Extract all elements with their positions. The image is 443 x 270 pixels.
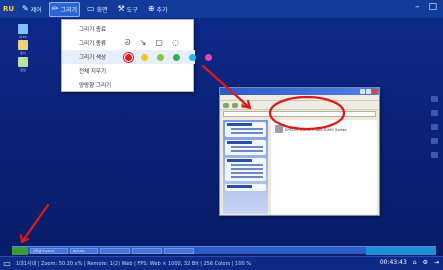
menu-item-draw-color[interactable]: 그리기 색상 — [62, 50, 212, 64]
exit-icon[interactable]: ⇥ — [434, 259, 439, 266]
remote-side-icons — [431, 96, 441, 166]
taskbar-task[interactable] — [132, 247, 162, 254]
remote-desktop: RU ✎ 제어 ✏ 그리기 ▭ 화면 ⚒ 도구 ⊕ 추가 – □ 내 PC 문서… — [0, 0, 443, 270]
task-panel — [225, 184, 266, 191]
status-right: 00:43:43 ⌂ ⚙ ⇥ — [380, 259, 439, 266]
desktop-icon-label: 내 PC — [19, 35, 27, 39]
maximize-icon[interactable] — [366, 89, 371, 94]
circle-icon[interactable]: ◌ — [172, 39, 179, 47]
rectangle-icon[interactable]: ▢ — [155, 39, 163, 47]
desktop-icon-label: 편집 — [20, 68, 26, 72]
side-icon[interactable] — [431, 138, 438, 144]
menu-item-label: 그리기 색상 — [79, 55, 107, 61]
task-pane — [223, 120, 268, 214]
control-menu-button[interactable]: ✎ 제어 — [19, 2, 45, 17]
address-bar[interactable] — [223, 111, 376, 117]
arrow-icon[interactable]: ↘ — [140, 39, 147, 47]
annotation-arrow — [20, 203, 50, 244]
menu-item-label: 양방향 그리기 — [79, 83, 112, 89]
tools-menu-button[interactable]: ⚒ 도구 — [115, 2, 141, 17]
home-icon[interactable]: ⌂ — [413, 259, 417, 266]
window-titlebar — [220, 88, 379, 95]
maximize-icon[interactable]: □ — [428, 3, 437, 12]
remote-toolbar: RU ✎ 제어 ✏ 그리기 ▭ 화면 ⚒ 도구 ⊕ 추가 – □ — [0, 0, 443, 19]
minimize-icon[interactable]: – — [415, 3, 420, 12]
draw-tool-options: ᘐ ↘ ▢ ◌ — [125, 39, 179, 47]
side-icon[interactable] — [431, 124, 438, 130]
app-logo: RU — [3, 5, 15, 13]
taskbar-task[interactable] — [100, 247, 130, 254]
close-icon[interactable] — [372, 89, 377, 94]
task-panel — [225, 140, 266, 155]
draw-dropdown-menu: 그리기 종료 그리기 종류 ᘐ ↘ ▢ ◌ 그리기 색상 전체 지우기 양방향 … — [61, 19, 212, 92]
add-icon: ⊕ — [147, 4, 155, 13]
desktop-icon-edit[interactable]: 편집 — [13, 57, 33, 72]
menu-item-label: 그리기 종료 — [79, 27, 107, 33]
file-view: EPSON Stylus Photo R390 Series — [271, 120, 377, 214]
monitor-icon[interactable]: ▭ — [0, 259, 14, 268]
printer-icon — [275, 125, 283, 133]
menu-item-free-draw[interactable]: 양방향 그리기 — [62, 78, 195, 92]
printer-label: EPSON Stylus Photo R390 Series — [285, 126, 347, 132]
screen-menu-label: 화면 — [96, 6, 108, 14]
folder-icon — [18, 40, 28, 50]
menu-item-label: 그리기 종류 — [79, 41, 107, 47]
menu-item-clear-all[interactable]: 전체 지우기 — [62, 64, 195, 78]
remote-explorer-window[interactable]: EPSON Stylus Photo R390 Series — [219, 87, 380, 216]
printer-item[interactable]: EPSON Stylus Photo R390 Series — [275, 125, 347, 133]
draw-menu-label: 그리기 — [60, 6, 78, 14]
desktop-icon-pc[interactable]: 내 PC — [13, 24, 33, 39]
up-icon[interactable] — [241, 102, 247, 108]
side-icon[interactable] — [431, 96, 438, 102]
color-swatch[interactable] — [141, 53, 148, 61]
window-buttons — [360, 89, 377, 94]
remote-taskbar: 인터넷 Explorer Remote — [12, 246, 436, 255]
add-menu-button[interactable]: ⊕ 추가 — [145, 2, 171, 17]
taskbar-task[interactable]: Remote — [70, 247, 98, 254]
color-swatch[interactable] — [157, 53, 164, 61]
status-text: 1대1사내 | Zoom: 50.20 x% | Remote: 1(2) We… — [16, 261, 252, 267]
control-menu-label: 제어 — [30, 6, 42, 14]
task-panel — [225, 158, 266, 181]
desktop-icon-label: 문서 — [20, 51, 26, 55]
draw-menu-button[interactable]: ✏ 그리기 — [48, 1, 81, 17]
menu-item-draw-kind[interactable]: 그리기 종류 ᘐ ↘ ▢ ◌ — [62, 36, 195, 50]
color-swatch[interactable] — [125, 53, 132, 61]
color-swatch[interactable] — [189, 53, 196, 61]
screen-menu-button[interactable]: ▭ 화면 — [84, 2, 111, 17]
system-tray — [366, 247, 436, 255]
minimize-icon[interactable] — [360, 89, 365, 94]
color-swatch[interactable] — [173, 53, 180, 61]
tools-menu-label: 도구 — [126, 6, 138, 14]
tools-icon: ⚒ — [117, 4, 125, 13]
status-bar: ▭ 1대1사내 | Zoom: 50.20 x% | Remote: 1(2) … — [0, 256, 443, 270]
pen-icon[interactable]: ᘐ — [125, 39, 131, 47]
color-swatches — [125, 53, 212, 61]
back-icon[interactable] — [223, 102, 229, 108]
status-time: 00:43:43 — [379, 259, 407, 266]
pointer-icon: ✎ — [22, 4, 29, 13]
window-controls: – □ — [415, 3, 437, 12]
color-swatch[interactable] — [205, 53, 212, 61]
annotation-arrowhead — [19, 233, 30, 244]
side-icon[interactable] — [431, 110, 438, 116]
taskbar-task[interactable] — [164, 247, 194, 254]
task-panel — [225, 122, 266, 137]
window-toolbar — [220, 101, 379, 110]
desktop-icon-documents[interactable]: 문서 — [13, 40, 33, 55]
forward-icon[interactable] — [232, 102, 238, 108]
taskbar-task[interactable]: 인터넷 Explorer — [30, 247, 68, 254]
menu-item-label: 전체 지우기 — [79, 69, 107, 75]
side-icon[interactable] — [431, 152, 438, 158]
start-button[interactable] — [12, 246, 28, 255]
menu-item-end-drawing[interactable]: 그리기 종료 — [62, 22, 195, 36]
computer-icon — [18, 24, 28, 34]
settings-icon[interactable]: ⚙ — [423, 259, 428, 266]
add-menu-label: 추가 — [156, 6, 168, 14]
screen-icon: ▭ — [87, 4, 95, 13]
pencil-icon: ✏ — [51, 4, 59, 13]
pencil-icon — [18, 57, 28, 67]
